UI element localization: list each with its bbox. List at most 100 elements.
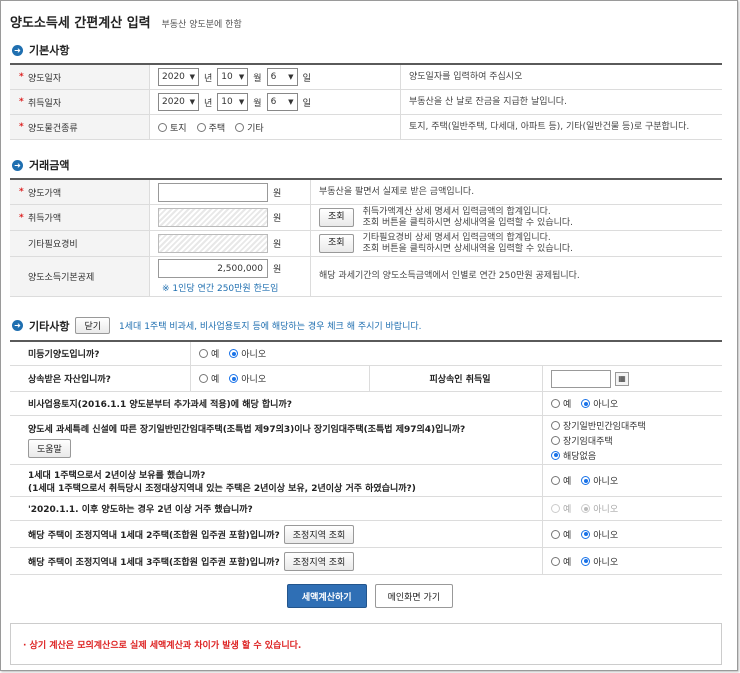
q1-no-radio[interactable]: 아니오 [229,347,266,360]
acquire-month-select[interactable]: 10 ▼ [217,93,249,111]
acquire-price-label: 취득가액 [28,214,62,224]
q7-yes-radio[interactable]: 예 [551,528,571,541]
q2-yes-radio[interactable]: 예 [199,372,219,385]
q8-region-lookup-button[interactable]: 조정지역 조회 [283,551,355,571]
property-type-land-radio[interactable]: 토지 [158,121,187,134]
other-expense-desc-1: 기타필요경비 상세 명세서 입력금액의 합계입니다. [362,232,551,243]
chevron-down-icon: ▼ [189,98,195,106]
transfer-date-desc: 양도일자를 입력하여 주십시오 [400,65,722,89]
transfer-date-label: 양도일자 [28,73,62,84]
q5-yes-radio[interactable]: 예 [551,474,571,487]
chevron-down-icon: ▼ [288,73,294,81]
page-header: 양도소득세 간편계산 입력 부동산 양도분에 한함 [10,12,242,31]
q3-no-radio[interactable]: 아니오 [581,397,618,410]
basic-table: * 양도일자 2020 ▼ 년 10 ▼ 월 6 ▼ 일 양도일자를 입력하여 주십시오… [10,63,722,140]
q1-yes-radio[interactable]: 예 [199,347,219,360]
acquire-year-select[interactable]: 2020 ▼ [158,93,199,111]
chevron-down-icon: ▼ [189,73,195,81]
transfer-month-select[interactable]: 10 ▼ [217,68,249,86]
arrow-circle-icon: ➜ [12,320,23,331]
q4-none-radio[interactable]: 해당없음 [551,449,596,462]
other-section-title: 기타사항 [29,319,70,333]
chevron-down-icon: ▼ [238,73,245,81]
acquire-day-select[interactable]: 6 ▼ [266,93,298,111]
help-button[interactable]: 도움말 [28,439,71,458]
q8-row: 해당 주택이 조정지역내 1세대 3주택(조합원 입주권 포함)입니까? 조정지… [10,548,722,575]
property-type-label: 양도물건종류 [28,123,78,134]
other-section-note: 1세대 1주택 비과세, 비사업용토지 등에 해당하는 경우 체크 해 주시기 … [119,322,422,332]
transfer-price-desc: 부동산을 팔면서 실제로 받은 금액입니다. [310,180,722,204]
required-mark: * [19,97,24,107]
property-type-other-radio[interactable]: 기타 [235,121,264,134]
q8-yes-radio[interactable]: 예 [551,555,571,568]
disclaimer-notice: · 상기 계산은 모의계산으로 실제 세액계산과 차이가 발생 할 수 있습니다… [10,623,722,665]
q6-row: '2020.1.1. 이후 양도하는 경우 2년 이상 거주 했습니까? 예 아… [10,497,722,521]
q6-yes-radio: 예 [551,502,571,515]
acquire-date-label: 취득일자 [28,98,62,109]
chevron-down-icon: ▼ [288,98,294,106]
other-section-header: ➜ 기타사항 닫기 1세대 1주택 비과세, 비사업용토지 등에 해당하는 경우… [12,317,422,334]
other-expense-row: 기타필요경비 원 조회 기타필요경비 상세 명세서 입력금액의 합계입니다. 조… [10,231,722,257]
q7-row: 해당 주택이 조정지역내 1세대 2주택(조합원 입주권 포함)입니까? 조정지… [10,521,722,548]
q5-no-radio[interactable]: 아니오 [581,474,618,487]
q3-row: 비사업용토지(2016.1.1 양도분부터 추가과세 적용)에 해당 합니까? … [10,392,722,416]
q2-side-label: 피상속인 취득일 [429,375,491,385]
basic-deduction-input[interactable]: 2,500,000 [158,259,268,278]
q4-long-term-private-radio[interactable]: 장기일반민간임대주택 [551,419,646,432]
main-page-button[interactable]: 메인화면 가기 [374,584,454,608]
required-mark: * [19,72,24,82]
close-button[interactable]: 닫기 [75,317,111,334]
q3-yes-radio[interactable]: 예 [551,397,571,410]
amount-section-title: 거래금액 [29,159,70,172]
acquire-price-lookup-button[interactable]: 조회 [319,208,354,227]
q5-row: 1세대 1주택으로서 2년이상 보유를 했습니까? (1세대 1주택으로서 취득… [10,465,722,497]
transfer-price-input[interactable] [158,182,268,202]
required-mark: * [19,187,24,197]
property-type-row: * 양도물건종류 토지 주택 기타 토지, 주택(일반주택, 다세대, 아파트 등… [10,115,722,140]
other-expense-input [158,234,268,253]
q2-no-radio[interactable]: 아니오 [229,372,266,385]
amount-table: * 양도가액 원 부동산을 팔면서 실제로 받은 금액입니다. * 취득가액 원 조… [10,178,722,297]
acquire-date-row: * 취득일자 2020 ▼ 년 10 ▼ 월 6 ▼ 일 부동산을 산 날로 잔금을 지… [10,90,722,115]
transfer-day-select[interactable]: 6 ▼ [266,68,298,86]
other-expense-lookup-button[interactable]: 조회 [319,234,354,253]
transfer-date-row: * 양도일자 2020 ▼ 년 10 ▼ 월 6 ▼ 일 양도일자를 입력하여 주십시오 [10,65,722,90]
other-expense-label: 기타필요경비 [28,240,78,250]
page-subtitle: 부동산 양도분에 한함 [161,20,242,30]
action-buttons: 세액계산하기 메인화면 가기 [1,584,739,608]
arrow-circle-icon: ➜ [12,159,23,171]
other-expense-desc-2: 조회 버튼을 클릭하시면 상세내역을 입력할 수 있습니다. [362,243,574,254]
calculate-button[interactable]: 세액계산하기 [286,584,367,608]
required-mark: * [19,122,24,132]
q4-long-term-radio[interactable]: 장기임대주택 [551,434,613,447]
property-type-house-radio[interactable]: 주택 [196,121,225,134]
basic-deduction-note: ※ 1인당 연간 250만원 한도임 [162,284,279,294]
transfer-year-select[interactable]: 2020 ▼ [158,68,199,86]
property-type-desc: 토지, 주택(일반주택, 다세대, 아파트 등), 기타(일반건물 등)로 구분… [400,115,722,139]
inheritance-date-input[interactable] [551,369,611,388]
calendar-icon[interactable]: ▦ [615,371,629,386]
q1-row: 미등기양도입니까? 예 아니오 [10,342,722,366]
q4-row: 양도세 과세특례 신설에 따른 장기일반민간임대주택(조특법 제97의3)이나 … [10,416,722,465]
page-title: 양도소득세 간편계산 입력 [10,16,151,31]
acquire-price-input [158,208,268,227]
acquire-price-desc-1: 취득가액계산 상세 명세서 입력금액의 합계입니다. [362,206,551,217]
basic-deduction-row: 양도소득기본공제 2,500,000 원 ※ 1인당 연간 250만원 한도임 … [10,257,722,297]
basic-section-header: ➜ 기본사항 [12,42,69,58]
chevron-down-icon: ▼ [238,98,245,106]
q7-no-radio[interactable]: 아니오 [581,528,618,541]
acquire-price-desc-2: 조회 버튼을 클릭하시면 상세내역을 입력할 수 있습니다. [362,217,574,228]
other-table: 미등기양도입니까? 예 아니오 상속받은 자산입니까? 예 아니오 피상속인 취… [10,340,722,575]
q8-no-radio[interactable]: 아니오 [581,555,618,568]
basic-section-title: 기본사항 [29,44,70,57]
transfer-price-row: * 양도가액 원 부동산을 팔면서 실제로 받은 금액입니다. [10,180,722,205]
arrow-circle-icon: ➜ [12,44,23,56]
amount-section-header: ➜ 거래금액 [12,157,69,173]
acquire-date-desc: 부동산을 산 날로 잔금을 지급한 날입니다. [400,90,722,114]
required-mark: * [19,212,24,223]
q2-row: 상속받은 자산입니까? 예 아니오 피상속인 취득일 ▦ [10,366,722,392]
transfer-price-label: 양도가액 [28,188,62,199]
q7-region-lookup-button[interactable]: 조정지역 조회 [283,524,355,544]
basic-deduction-desc: 해당 과세기간의 양도소득금액에서 인별로 연간 250만원 공제됩니다. [310,257,722,296]
acquire-price-row: * 취득가액 원 조회 취득가액계산 상세 명세서 입력금액의 합계입니다. 조회… [10,205,722,231]
